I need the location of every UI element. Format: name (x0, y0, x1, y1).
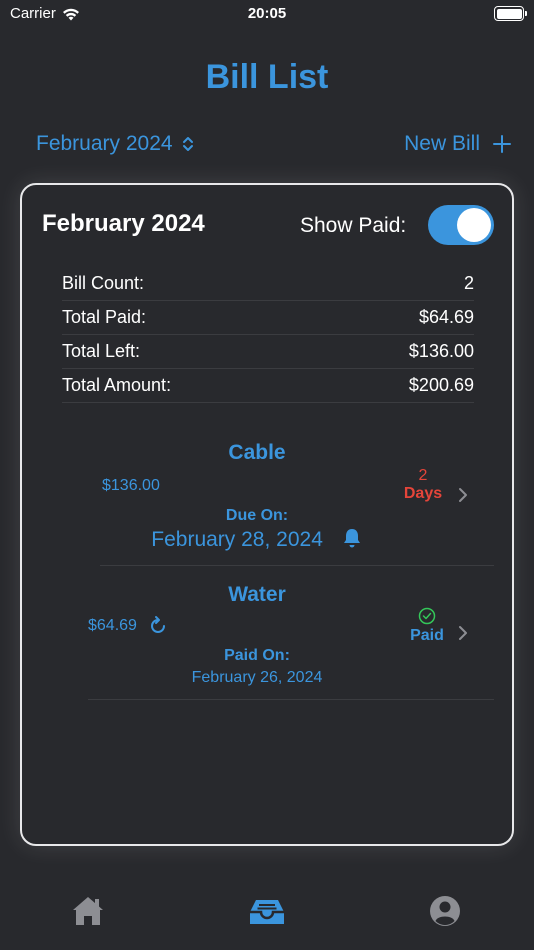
tray-icon (250, 900, 284, 924)
status-bar: Carrier 20:05 (0, 0, 534, 28)
bill-amount-value: $64.69 (88, 617, 137, 634)
bill-amount-value: $136.00 (102, 477, 160, 494)
summary-label: Total Left: (62, 341, 141, 361)
summary-value: $64.69 (418, 307, 474, 327)
month-picker[interactable]: February 2024 (36, 132, 195, 156)
home-icon (73, 897, 103, 925)
due-date: February 28, 2024 (22, 527, 492, 552)
page-title: Bill List (205, 58, 329, 96)
summary-label: Total Amount: (62, 375, 172, 395)
due-date-value: February 28, 2024 (151, 528, 323, 551)
checkmark-circle-icon (418, 607, 436, 625)
tab-profile[interactable] (428, 894, 462, 933)
bill-name: Cable (228, 441, 286, 464)
summary-row: Total Left: $136.00 (62, 335, 474, 369)
due-on-label: Due On: (225, 507, 289, 524)
summary-label: Bill Count: (62, 273, 145, 293)
days-left-label: Days (403, 485, 443, 502)
summary-value: 2 (463, 273, 474, 293)
recurring-icon (150, 616, 165, 633)
summary-value: $200.69 (408, 375, 474, 395)
bill-amount: $64.69 (88, 615, 169, 637)
row-divider (88, 699, 494, 700)
card-month-title: February 2024 (42, 210, 205, 237)
days-left-status: 2 Days (394, 467, 452, 503)
row-divider (100, 565, 494, 566)
bell-icon[interactable] (341, 527, 363, 549)
battery-icon (494, 6, 527, 21)
paid-label: Paid (410, 627, 444, 644)
paid-date: February 26, 2024 (191, 669, 323, 686)
summary-label: Total Paid: (62, 307, 147, 327)
show-paid-label: Show Paid: (300, 214, 407, 237)
days-left-count: 2 (418, 467, 428, 484)
summary-row: Total Amount: $200.69 (62, 369, 474, 403)
bill-amount: $136.00 (102, 477, 160, 495)
tab-bills[interactable] (248, 894, 286, 933)
summary-value: $136.00 (408, 341, 474, 361)
plus-icon (493, 135, 511, 153)
bill-row-cable[interactable]: Cable $136.00 2 Days Due On: February 28… (22, 435, 512, 565)
month-summary-card: February 2024 Show Paid: Bill Count: 2 T… (20, 183, 514, 846)
chevron-up-down-icon (182, 137, 193, 151)
chevron-right-icon (459, 488, 467, 502)
paid-on-label: Paid On: (224, 647, 290, 664)
profile-icon (430, 896, 460, 926)
show-paid-toggle[interactable] (428, 205, 494, 245)
tab-bar (0, 880, 534, 950)
bill-name: Water (228, 583, 286, 606)
bill-row-water[interactable]: Water $64.69 Paid Paid On: February 26, … (22, 577, 512, 697)
summary-row: Total Paid: $64.69 (62, 301, 474, 335)
chevron-right-icon (459, 626, 467, 640)
clock: 20:05 (247, 5, 287, 22)
new-bill-label: New Bill (404, 132, 480, 155)
summary-row: Bill Count: 2 (62, 267, 474, 301)
summary-table: Bill Count: 2 Total Paid: $64.69 Total L… (62, 267, 474, 403)
month-picker-label: February 2024 (36, 132, 173, 155)
paid-status: Paid (402, 607, 452, 645)
new-bill-button[interactable]: New Bill (404, 132, 512, 156)
tab-home[interactable] (70, 894, 106, 933)
